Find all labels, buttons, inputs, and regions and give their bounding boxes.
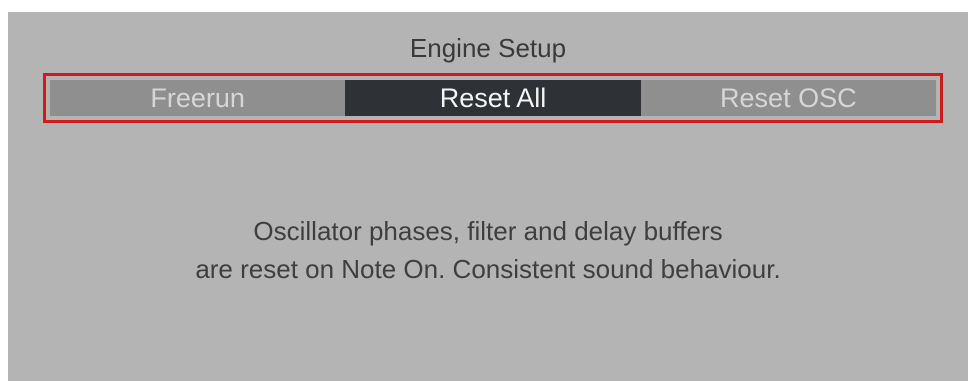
reset-osc-label: Reset OSC [720, 82, 857, 113]
freerun-label: Freerun [150, 82, 245, 113]
reset-all-button[interactable]: Reset All [345, 80, 641, 116]
reset-osc-button[interactable]: Reset OSC [640, 80, 936, 116]
reset-all-label: Reset All [439, 82, 547, 113]
freerun-button[interactable]: Freerun [50, 80, 346, 116]
engine-setup-panel: Engine Setup Freerun Reset All Reset OSC… [8, 12, 968, 381]
description-line-1: Oscillator phases, filter and delay buff… [253, 216, 723, 246]
description-line-2: are reset on Note On. Consistent sound b… [195, 254, 781, 284]
mode-selector-highlight: Freerun Reset All Reset OSC [43, 73, 943, 123]
panel-title: Engine Setup [409, 33, 567, 63]
mode-description: Oscillator phases, filter and delay buff… [8, 212, 968, 288]
